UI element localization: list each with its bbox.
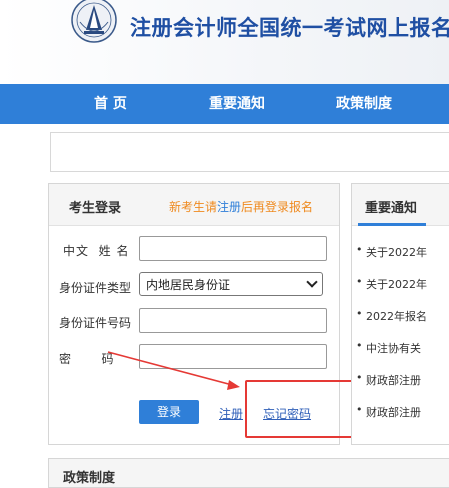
register-tip-link[interactable]: 注册 — [217, 200, 241, 214]
id-type-selected-value: 内地居民身份证 — [146, 278, 231, 292]
notice-bar — [50, 132, 449, 172]
id-number-label: 身份证件号码 — [59, 316, 132, 330]
login-title: 考生登录 — [69, 201, 122, 216]
news-item[interactable]: 关于2022年 — [356, 275, 427, 292]
register-link[interactable]: 注册 — [219, 405, 243, 422]
news-item[interactable]: 中注协有关 — [356, 339, 421, 356]
register-tip-suffix: 后再登录报名 — [241, 200, 314, 214]
nav-item-notices[interactable]: 重要通知 — [209, 84, 265, 124]
policy-title: 政策制度 — [63, 471, 116, 486]
accounting-emblem-logo — [71, 0, 117, 43]
news-panel-header: 重要通知 — [352, 184, 449, 226]
name-label: 中文 姓 名 — [63, 244, 130, 258]
annotation-highlight-box — [245, 380, 355, 438]
chevron-down-icon — [306, 276, 318, 288]
news-tab-underline — [358, 223, 426, 226]
news-item[interactable]: 2022年报名 — [356, 307, 427, 324]
name-input[interactable] — [139, 236, 327, 261]
register-tip: 新考生请注册后再登录报名 — [169, 198, 313, 215]
login-panel-header: 考生登录 新考生请注册后再登录报名 — [49, 184, 339, 226]
news-item[interactable]: 财政部注册 — [356, 403, 421, 420]
site-header: 注册会计师全国统一考试网上报名 — [0, 0, 449, 84]
password-label: 密 码 — [59, 352, 114, 366]
login-button[interactable]: 登录 — [139, 400, 199, 424]
nav-item-home[interactable]: 首 页 — [94, 84, 127, 124]
main-nav: 首 页 重要通知 政策制度 — [0, 84, 449, 124]
news-item[interactable]: 财政部注册 — [356, 371, 421, 388]
id-type-select[interactable]: 内地居民身份证 — [139, 272, 323, 296]
site-title: 注册会计师全国统一考试网上报名 — [130, 16, 449, 40]
id-type-label: 身份证件类型 — [59, 281, 132, 295]
policy-panel: 政策制度 — [48, 458, 449, 488]
news-item[interactable]: 关于2022年 — [356, 243, 427, 260]
id-number-input[interactable] — [139, 308, 327, 333]
nav-item-policy[interactable]: 政策制度 — [336, 84, 392, 124]
news-title: 重要通知 — [365, 201, 418, 216]
register-tip-prefix: 新考生请 — [169, 200, 218, 214]
password-input[interactable] — [139, 344, 327, 369]
news-panel: 重要通知 关于2022年 关于2022年 2022年报名 中注协有关 财政部注册… — [351, 183, 449, 445]
